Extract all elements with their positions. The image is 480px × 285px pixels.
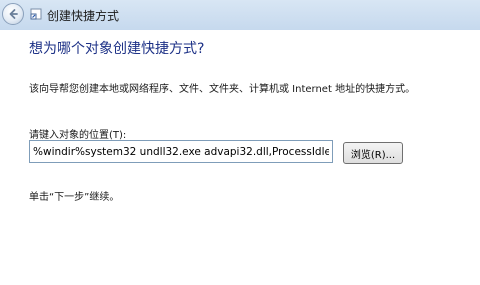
browse-button[interactable]: 浏览(R)... <box>343 142 403 164</box>
next-hint: 单击“下一步”继续。 <box>29 192 120 203</box>
window-title: 创建快捷方式 <box>47 9 120 23</box>
location-input[interactable] <box>29 140 333 163</box>
back-button[interactable] <box>2 3 24 25</box>
page-heading: 想为哪个对象创建快捷方式? <box>29 41 205 57</box>
location-label: 请键入对象的位置(T): <box>29 130 127 141</box>
title-bar: 创建快捷方式 <box>0 0 480 30</box>
back-arrow-icon <box>9 9 18 19</box>
wizard-description: 该向导帮您创建本地或网络程序、文件、文件夹、计算机或 Internet 地址的快… <box>29 84 416 95</box>
shortcut-icon <box>30 8 42 20</box>
